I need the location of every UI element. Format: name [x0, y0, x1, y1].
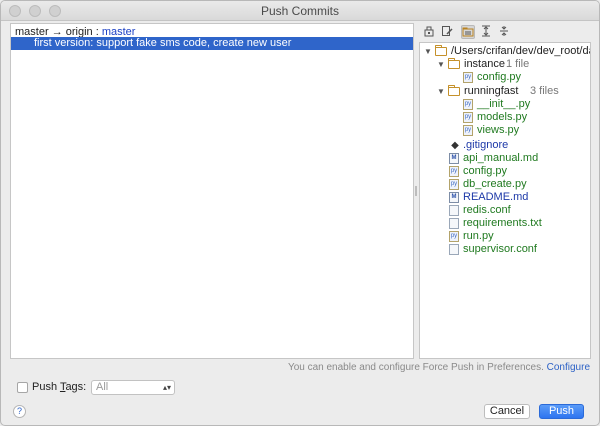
python-file-icon: py — [449, 231, 459, 242]
file-name: views.py — [477, 124, 520, 136]
push-tags-select[interactable]: All ▴▾ — [91, 380, 175, 395]
text-file-icon — [449, 205, 459, 216]
edit-source-icon[interactable] — [422, 25, 436, 39]
text-file-icon — [449, 218, 459, 229]
file-name: README.md — [463, 191, 529, 203]
file-name: config.py — [463, 165, 508, 177]
title-bar: Push Commits — [1, 1, 599, 21]
file-name: run.py — [463, 230, 494, 242]
file-name: supervisor.conf — [463, 243, 537, 255]
folder-name: instance — [464, 58, 505, 70]
markdown-file-icon: M — [449, 192, 459, 203]
file-name: redis.conf — [463, 204, 511, 216]
python-file-icon: py — [449, 179, 459, 190]
git-file-icon: ◆ — [451, 140, 459, 151]
changes-toolbar — [419, 25, 599, 41]
file-name: requirements.txt — [463, 217, 542, 229]
push-commits-dialog: Push Commits master → origin : master fi… — [0, 0, 600, 426]
push-tags-checkbox[interactable] — [17, 382, 28, 393]
python-file-icon: py — [449, 166, 459, 177]
folder-name: runningfast — [464, 85, 519, 97]
chevron-down-icon[interactable]: ▼ — [437, 85, 445, 98]
commit-list: master → origin : master first version: … — [10, 23, 414, 359]
chevron-down-icon[interactable]: ▼ — [424, 45, 432, 58]
chevron-updown-icon: ▴▾ — [162, 383, 171, 392]
show-diff-icon[interactable] — [440, 25, 454, 39]
folder-icon — [435, 45, 447, 56]
python-file-icon: py — [463, 125, 473, 136]
folder-icon — [448, 85, 460, 96]
python-file-icon: py — [463, 99, 473, 110]
folder-file-count: 1 file — [506, 58, 530, 70]
changes-tree: ▼ /Users/crifan/dev/dev_root/dar ▼ insta… — [419, 42, 591, 359]
file-name: models.py — [477, 111, 528, 123]
pane-splitter-handle[interactable] — [415, 186, 417, 196]
file-name: db_create.py — [463, 178, 527, 190]
cancel-button[interactable]: Cancel — [484, 404, 530, 419]
configure-link[interactable]: Configure — [547, 362, 590, 373]
window-title: Push Commits — [260, 4, 340, 18]
push-button[interactable]: Push — [539, 404, 584, 419]
push-tags-label[interactable]: Push Tags: — [32, 381, 86, 393]
file-name: .gitignore — [463, 139, 509, 151]
markdown-file-icon: M — [449, 153, 459, 164]
folder-file-count: 3 files — [530, 85, 559, 97]
chevron-down-icon[interactable]: ▼ — [437, 58, 445, 71]
force-push-text: You can enable and configure Force Push … — [287, 362, 544, 373]
collapse-all-icon[interactable] — [497, 25, 511, 39]
file-name: __init__.py — [477, 98, 531, 110]
group-by-directory-icon[interactable] — [461, 25, 475, 39]
python-file-icon: py — [463, 72, 473, 83]
force-push-note: You can enable and configure Force Push … — [288, 362, 590, 373]
python-file-icon: py — [463, 112, 473, 123]
commit-row[interactable]: first version: support fake sms code, cr… — [11, 37, 413, 50]
push-tags-value: All — [96, 381, 109, 393]
folder-icon — [448, 58, 460, 69]
help-button[interactable]: ? — [13, 405, 26, 418]
expand-all-icon[interactable] — [479, 25, 493, 39]
tree-root-path: /Users/crifan/dev/dev_root/dar — [451, 45, 591, 57]
text-file-icon — [449, 244, 459, 255]
file-name: config.py — [477, 71, 522, 83]
file-name: api_manual.md — [463, 152, 539, 164]
